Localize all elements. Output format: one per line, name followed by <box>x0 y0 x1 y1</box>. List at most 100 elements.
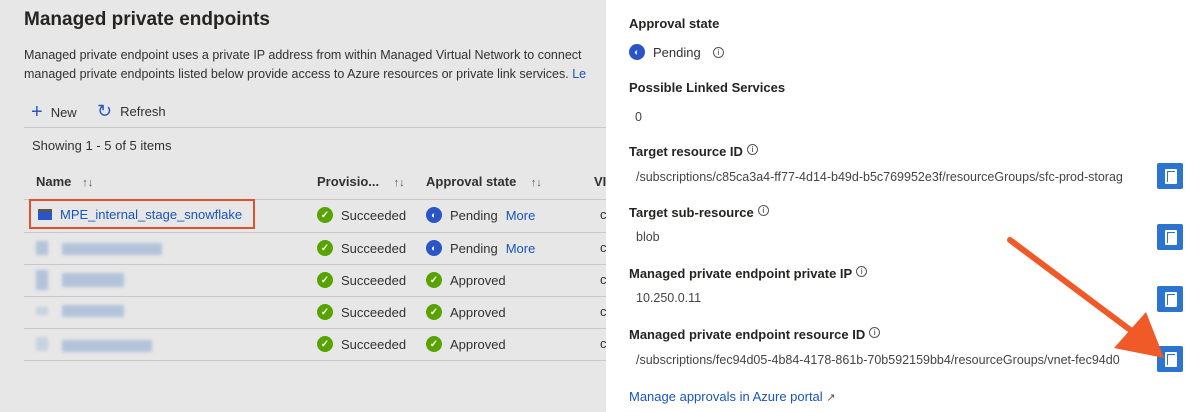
sort-icon: ↑↓ <box>82 177 94 189</box>
success-icon: ✓ <box>317 304 333 320</box>
description-line-1: Managed private endpoint uses a private … <box>24 48 582 62</box>
left-rows-4-approval: Approved <box>450 336 506 352</box>
refresh-label: Refresh <box>120 104 166 119</box>
more-link[interactable]: More <box>506 241 536 256</box>
linked-services-label: Possible Linked Services <box>629 80 786 95</box>
description-line-2: managed private endpoints listed below p… <box>24 67 569 81</box>
annotation-arrow <box>1007 237 1164 358</box>
redacted-icon <box>36 270 48 290</box>
element: Managed private endpoints <box>24 9 270 31</box>
redacted-name[interactable] <box>62 273 124 287</box>
manage-approvals-link[interactable]: Manage approvals in Azure portal ↗ <box>629 389 836 404</box>
private-ip-label: Managed private endpoint private IP i <box>629 266 868 281</box>
left-rows-0-name[interactable]: MPE_internal_stage_snowflake <box>60 207 242 222</box>
element <box>24 328 606 329</box>
details-private-ip-label: Managed private endpoint private IP <box>629 266 853 281</box>
page-title: Managed private endpoints <box>24 9 270 30</box>
element <box>24 360 606 361</box>
left-rows-2-approval: Approved <box>450 272 506 288</box>
left-columns-0: Name <box>36 174 72 189</box>
left-rows-3-approval: Approved <box>450 304 506 320</box>
endpoint-icon <box>38 209 52 220</box>
managed-private-endpoints-panel: Managed private endpoints Managed privat… <box>0 0 606 412</box>
details-approval-state-value: Pending <box>653 44 701 60</box>
approved-icon: ✓ <box>426 272 442 288</box>
item-count: Showing 1 - 5 of 5 items <box>32 138 172 153</box>
success-icon: ✓ <box>317 336 333 352</box>
approval-state-value: ◐ Pending i <box>629 44 724 60</box>
info-icon: i <box>757 205 769 216</box>
new-label: New <box>50 105 77 120</box>
plus-icon: + <box>31 101 43 123</box>
divider <box>24 127 606 128</box>
success-icon: ✓ <box>317 240 333 256</box>
success-icon: ✓ <box>317 207 333 223</box>
left-rows-2-provisioning: Succeeded <box>341 272 407 288</box>
element <box>1114 312 1164 358</box>
approved-icon: ✓ <box>426 304 442 320</box>
left-rows-0-provisioning: Succeeded <box>341 207 407 223</box>
more-link[interactable]: More <box>506 208 536 223</box>
element: ✓ Succeeded <box>317 272 406 288</box>
sort-icon: ↑↓ <box>530 177 542 189</box>
redacted-icon <box>36 337 48 351</box>
left-columns-2: Approval state <box>426 174 517 189</box>
element <box>1007 237 1144 341</box>
table-row-name[interactable]: MPE_internal_stage_snowflake <box>38 207 242 222</box>
left-rows-3-provisioning: Succeeded <box>341 304 407 320</box>
element: managed private endpoints listed below p… <box>24 65 586 84</box>
details-manage-link: Manage approvals in Azure portal <box>629 389 823 404</box>
info-icon: i <box>712 46 724 58</box>
private-ip-value: 10.250.0.11 <box>636 291 702 305</box>
redacted-icon <box>36 241 48 255</box>
element: ✓ Approved <box>426 272 506 288</box>
approved-icon: ✓ <box>426 336 442 352</box>
linked-services-value: 0 <box>635 110 642 124</box>
new-button[interactable]: + New <box>31 101 77 124</box>
endpoint-details-panel: Approval state ◐ Pending i Possible Linked… <box>606 0 1200 412</box>
provisioning-cell: ✓ Succeeded <box>317 207 406 223</box>
target-resource-label: Target resource ID i <box>629 144 758 159</box>
left-columns-1: Provisio... <box>317 174 380 189</box>
left-rows-1-provisioning: Succeeded <box>341 240 407 256</box>
target-sub-resource-value: blob <box>636 230 660 244</box>
copy-target-resource-button[interactable] <box>1157 163 1183 189</box>
resource-id-label: Managed private endpoint resource ID i <box>629 327 881 342</box>
pending-icon: ◐ <box>629 44 645 60</box>
pending-icon: ◐ <box>426 240 442 256</box>
refresh-icon: ↻ <box>97 101 113 121</box>
success-icon: ✓ <box>317 272 333 288</box>
left-rows-0-approval: Pending <box>450 207 498 223</box>
info-icon: i <box>856 266 868 277</box>
info-icon: i <box>869 327 881 338</box>
element: ✓ Succeeded <box>317 336 406 352</box>
details-resource-id-label: Managed private endpoint resource ID <box>629 327 866 342</box>
refresh-button[interactable]: ↻ Refresh <box>97 101 166 122</box>
redacted-name[interactable] <box>62 305 124 317</box>
column-vi[interactable]: VI <box>594 174 606 189</box>
column-provisioning[interactable]: Provisio... ↑↓ <box>317 174 405 189</box>
left-rows-1-approval: Pending <box>450 240 498 256</box>
element <box>24 232 606 233</box>
pending-icon: ◐ <box>426 207 442 223</box>
element: ✓ Succeeded <box>317 304 406 320</box>
element: ◐ Pending More <box>426 240 535 256</box>
redacted-name[interactable] <box>62 340 152 352</box>
element: ✓ Succeeded <box>317 240 406 256</box>
external-link-icon: ↗ <box>826 392 836 404</box>
sort-icon: ↑↓ <box>393 177 405 189</box>
element <box>24 264 606 265</box>
approval-cell: ◐ Pending More <box>426 207 535 223</box>
column-approval-state[interactable]: Approval state ↑↓ <box>426 174 542 189</box>
target-sub-resource-label: Target sub-resource i <box>629 205 769 220</box>
left-rows-4-provisioning: Succeeded <box>341 336 407 352</box>
learn-more-link[interactable]: Le <box>572 67 586 81</box>
details-target-resource-label: Target resource ID <box>629 144 743 159</box>
redacted-name[interactable] <box>62 243 162 255</box>
column-name[interactable]: Name ↑↓ <box>36 174 93 189</box>
element: ✓ Approved <box>426 304 506 320</box>
redacted-icon <box>36 307 48 315</box>
element <box>24 296 606 297</box>
details-target-sub-label: Target sub-resource <box>629 205 754 220</box>
target-resource-value: /subscriptions/c85ca3a4-ff77-4d14-b49d-b… <box>636 170 1123 184</box>
